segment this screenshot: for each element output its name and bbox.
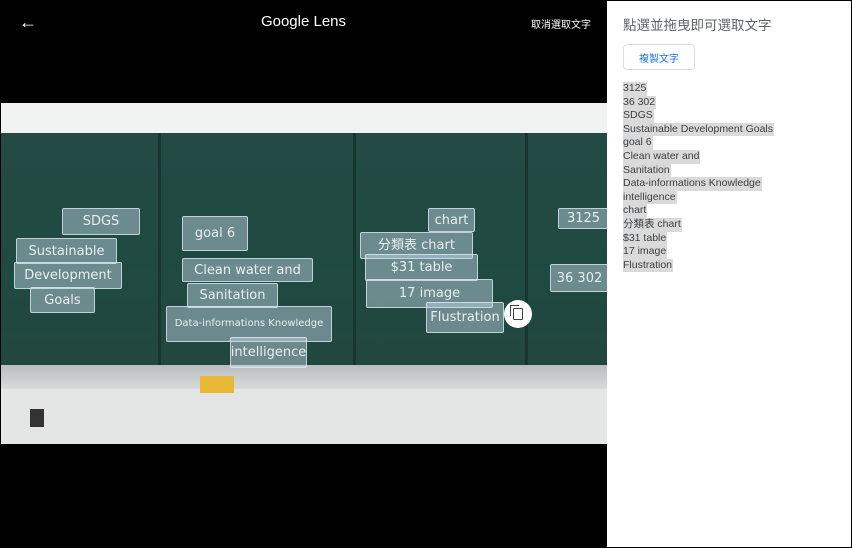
window-frame [0, 0, 852, 548]
